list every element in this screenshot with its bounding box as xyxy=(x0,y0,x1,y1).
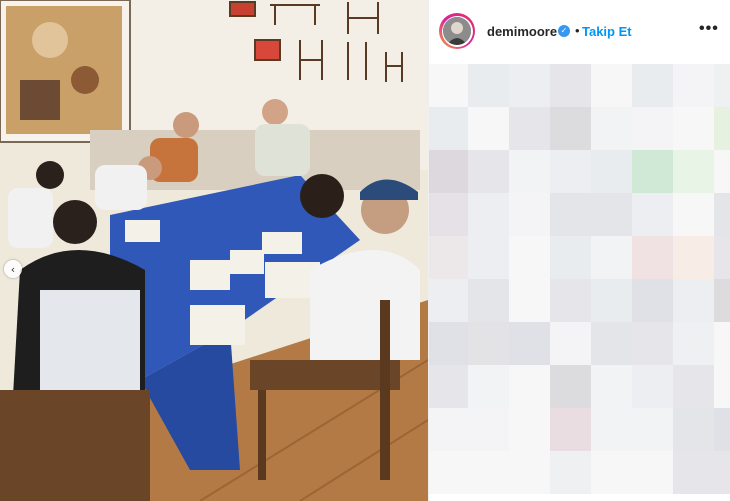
mosaic-tile xyxy=(550,451,591,494)
mosaic-tile xyxy=(429,365,468,408)
mosaic-tile xyxy=(673,408,714,451)
mosaic-tile xyxy=(591,193,632,236)
mosaic-tile xyxy=(673,193,714,236)
mosaic-tile xyxy=(632,451,673,494)
mosaic-tile xyxy=(509,193,550,236)
verified-badge-icon: ✓ xyxy=(558,25,570,37)
mosaic-tile xyxy=(509,322,550,365)
carousel-prev-button[interactable]: ‹ xyxy=(4,260,22,278)
mosaic-tile xyxy=(509,64,550,107)
mosaic-tile xyxy=(714,193,730,236)
mosaic-tile xyxy=(509,365,550,408)
mosaic-tile xyxy=(550,408,591,451)
mosaic-tile xyxy=(550,365,591,408)
mosaic-tile xyxy=(468,365,509,408)
mosaic-tile xyxy=(632,279,673,322)
mosaic-tile xyxy=(591,236,632,279)
mosaic-tile xyxy=(673,150,714,193)
mosaic-tile xyxy=(632,322,673,365)
mosaic-tile xyxy=(673,279,714,322)
mosaic-tile xyxy=(468,322,509,365)
mosaic-tile xyxy=(591,408,632,451)
mosaic-tile xyxy=(591,365,632,408)
mosaic-tile xyxy=(429,107,468,150)
mosaic-tile xyxy=(714,107,730,150)
mosaic-tile xyxy=(714,451,730,494)
avatar[interactable] xyxy=(439,13,475,49)
mosaic-tile xyxy=(468,150,509,193)
post-image xyxy=(0,0,428,501)
mosaic-tile xyxy=(591,279,632,322)
mosaic-tile xyxy=(429,193,468,236)
mosaic-tile xyxy=(673,322,714,365)
mosaic-tile xyxy=(509,279,550,322)
mosaic-tile xyxy=(550,107,591,150)
mosaic-tile xyxy=(714,408,730,451)
mosaic-tile xyxy=(673,365,714,408)
mosaic-tile xyxy=(429,408,468,451)
mosaic-tile xyxy=(632,150,673,193)
mosaic-tile xyxy=(468,236,509,279)
mosaic-tile xyxy=(591,64,632,107)
mosaic-tile xyxy=(714,279,730,322)
blurred-content xyxy=(429,64,730,494)
mosaic-tile xyxy=(429,64,468,107)
mosaic-tile xyxy=(591,451,632,494)
separator-dot: • xyxy=(575,23,580,38)
mosaic-tile xyxy=(632,236,673,279)
avatar-image xyxy=(443,17,471,45)
mosaic-tile xyxy=(591,150,632,193)
mosaic-tile xyxy=(550,64,591,107)
mosaic-tile xyxy=(714,322,730,365)
mosaic-tile xyxy=(632,107,673,150)
mosaic-tile xyxy=(632,64,673,107)
mosaic-tile xyxy=(550,150,591,193)
mosaic-tile xyxy=(714,150,730,193)
mosaic-tile xyxy=(468,107,509,150)
post-photo[interactable]: ‹ xyxy=(0,0,428,501)
mosaic-tile xyxy=(429,279,468,322)
mosaic-tile xyxy=(468,408,509,451)
mosaic-tile xyxy=(550,322,591,365)
mosaic-tile xyxy=(468,279,509,322)
mosaic-tile xyxy=(509,408,550,451)
mosaic-tile xyxy=(550,236,591,279)
mosaic-tile xyxy=(591,322,632,365)
mosaic-tile xyxy=(429,236,468,279)
mosaic-tile xyxy=(673,64,714,107)
mosaic-tile xyxy=(550,279,591,322)
mosaic-tile xyxy=(509,236,550,279)
mosaic-tile xyxy=(468,451,509,494)
mosaic-tile xyxy=(468,193,509,236)
more-options-icon[interactable]: ••• xyxy=(699,20,719,38)
mosaic-tile xyxy=(673,236,714,279)
follow-button[interactable]: Takip Et xyxy=(582,24,632,39)
mosaic-tile xyxy=(429,150,468,193)
mosaic-tile xyxy=(550,193,591,236)
mosaic-tile xyxy=(632,365,673,408)
mosaic-tile xyxy=(429,451,468,494)
mosaic-tile xyxy=(429,322,468,365)
mosaic-tile xyxy=(632,408,673,451)
username-link[interactable]: demimoore xyxy=(487,24,557,39)
pixelated-comments-area xyxy=(429,64,730,501)
post-header: demimoore ✓ • Takip Et ••• xyxy=(429,0,730,65)
mosaic-tile xyxy=(714,365,730,408)
mosaic-tile xyxy=(509,150,550,193)
mosaic-tile xyxy=(673,107,714,150)
mosaic-tile xyxy=(714,64,730,107)
mosaic-tile xyxy=(509,451,550,494)
mosaic-tile xyxy=(632,193,673,236)
post-side-panel: demimoore ✓ • Takip Et ••• xyxy=(428,0,730,501)
chevron-left-icon: ‹ xyxy=(10,262,16,276)
mosaic-tile xyxy=(468,64,509,107)
mosaic-tile xyxy=(509,107,550,150)
mosaic-tile xyxy=(714,236,730,279)
mosaic-tile xyxy=(673,451,714,494)
mosaic-tile xyxy=(591,107,632,150)
